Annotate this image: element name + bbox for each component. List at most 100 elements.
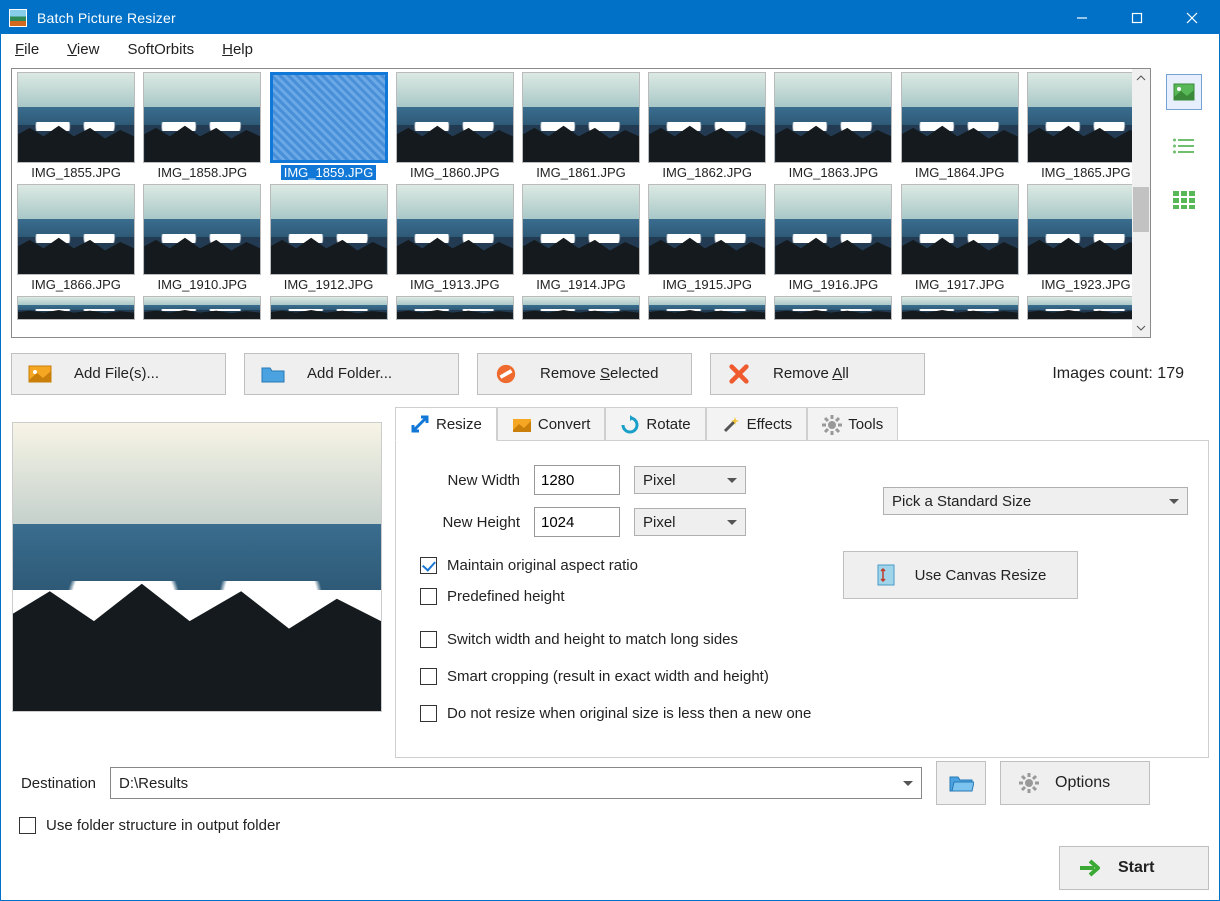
thumbnail-item[interactable] [394,296,516,320]
thumbnail-item[interactable]: IMG_1860.JPG [394,72,516,180]
thumbnail-item[interactable]: IMG_1864.JPG [899,72,1021,180]
thumbnail-item[interactable]: IMG_1923.JPG [1025,184,1147,292]
view-list-button[interactable] [1166,128,1202,164]
thumbnail-item[interactable]: IMG_1913.JPG [394,184,516,292]
menu-file-label: ile [24,41,39,58]
start-label: Start [1118,859,1154,877]
tab-resize[interactable]: Resize [395,407,497,441]
menu-bar: File View SoftOrbits Help [1,34,1219,64]
preview-image [12,422,382,712]
thumbnail-item[interactable]: IMG_1916.JPG [772,184,894,292]
thumbnail-item[interactable]: IMG_1861.JPG [520,72,642,180]
use-folder-structure-checkbox[interactable] [19,817,36,834]
no-resize-checkbox[interactable] [420,705,437,722]
thumbnail-item[interactable] [141,296,263,320]
thumbnail-image [143,296,261,320]
remove-all-button[interactable]: Remove All [710,353,925,395]
images-count: Images count: 179 [1052,365,1209,383]
browse-folder-button[interactable] [936,761,986,805]
thumbnail-caption: IMG_1917.JPG [915,277,1005,292]
switch-wh-checkbox[interactable] [420,631,437,648]
thumbnail-item[interactable] [15,296,137,320]
thumbnail-panel: IMG_1855.JPGIMG_1858.JPGIMG_1859.JPGIMG_… [11,68,1151,338]
resize-icon [410,414,430,434]
maintain-ratio-checkbox[interactable] [420,557,437,574]
prohibit-icon [494,363,518,385]
thumbnail-item[interactable]: IMG_1915.JPG [646,184,768,292]
canvas-resize-button[interactable]: Use Canvas Resize [843,551,1078,599]
width-unit-select[interactable]: Pixel [634,466,746,494]
thumbnail-item[interactable]: IMG_1862.JPG [646,72,768,180]
maximize-button[interactable] [1109,1,1164,34]
menu-view[interactable]: View [59,37,107,62]
view-mode-rail [1159,68,1209,338]
thumbnail-item[interactable]: IMG_1910.JPG [141,184,263,292]
tab-effects[interactable]: Effects [706,407,808,441]
thumbnail-image [648,184,766,275]
folder-icon [261,363,285,385]
scrollbar-thumb[interactable] [1133,187,1149,232]
thumbnail-item[interactable]: IMG_1859.JPG [267,72,389,180]
thumbnail-image [17,72,135,163]
gear-icon [1019,773,1039,793]
thumbnail-item[interactable] [646,296,768,320]
thumbnail-image [901,296,1019,320]
thumbnail-item[interactable] [1025,296,1147,320]
thumbnail-image [648,72,766,163]
menu-file[interactable]: File [7,37,47,62]
standard-size-select[interactable]: Pick a Standard Size [883,487,1188,515]
thumbnail-item[interactable]: IMG_1917.JPG [899,184,1021,292]
thumbnail-image [143,184,261,275]
predefined-height-checkbox[interactable] [420,588,437,605]
tab-tools[interactable]: Tools [807,407,898,441]
thumbnail-item[interactable] [899,296,1021,320]
wand-icon [721,415,741,435]
thumbnail-item[interactable]: IMG_1914.JPG [520,184,642,292]
thumbnail-item[interactable] [520,296,642,320]
options-button[interactable]: Options [1000,761,1150,805]
thumbnail-item[interactable]: IMG_1865.JPG [1025,72,1147,180]
thumbnail-item[interactable] [772,296,894,320]
add-files-button[interactable]: Add File(s)... [11,353,226,395]
thumbnail-item[interactable]: IMG_1912.JPG [267,184,389,292]
scroll-up-icon[interactable] [1132,69,1150,87]
tab-rotate[interactable]: Rotate [605,407,705,441]
preview-panel [11,407,383,727]
thumbnail-caption: IMG_1858.JPG [158,165,248,180]
thumbnail-item[interactable]: IMG_1855.JPG [15,72,137,180]
thumbnail-image [1027,184,1145,275]
gallery-scrollbar[interactable] [1132,69,1150,337]
view-thumbnails-button[interactable] [1166,74,1202,110]
thumbnail-caption: IMG_1916.JPG [789,277,879,292]
remove-selected-button[interactable]: Remove Selected [477,353,692,395]
scroll-down-icon[interactable] [1132,319,1150,337]
thumbnail-item[interactable]: IMG_1866.JPG [15,184,137,292]
chevron-down-icon [1169,499,1179,504]
settings-tabs: Resize Convert Rotate Effects Tools [395,407,1209,441]
add-folder-button[interactable]: Add Folder... [244,353,459,395]
start-button[interactable]: Start [1059,846,1209,890]
picture-icon [28,363,52,385]
thumbnail-item[interactable] [267,296,389,320]
new-height-input[interactable] [534,507,620,537]
thumbnail-image [774,296,892,320]
thumbnail-caption: IMG_1912.JPG [284,277,374,292]
height-unit-select[interactable]: Pixel [634,508,746,536]
tab-convert[interactable]: Convert [497,407,606,441]
smart-crop-checkbox[interactable] [420,668,437,685]
minimize-button[interactable] [1054,1,1109,34]
close-button[interactable] [1164,1,1219,34]
maintain-ratio-label: Maintain original aspect ratio [447,557,638,574]
view-grid-button[interactable] [1166,182,1202,218]
menu-softorbits[interactable]: SoftOrbits [119,37,202,62]
thumbnail-image [774,184,892,275]
options-label: Options [1055,774,1110,792]
thumbnail-item[interactable]: IMG_1863.JPG [772,72,894,180]
thumbnail-item[interactable]: IMG_1858.JPG [141,72,263,180]
thumbnail-image [1027,296,1145,320]
new-width-input[interactable] [534,465,620,495]
menu-help[interactable]: Help [214,37,261,62]
remove-all-label: Remove All [773,365,849,382]
thumbnail-caption: IMG_1915.JPG [662,277,752,292]
destination-combo[interactable]: D:\Results [110,767,922,799]
